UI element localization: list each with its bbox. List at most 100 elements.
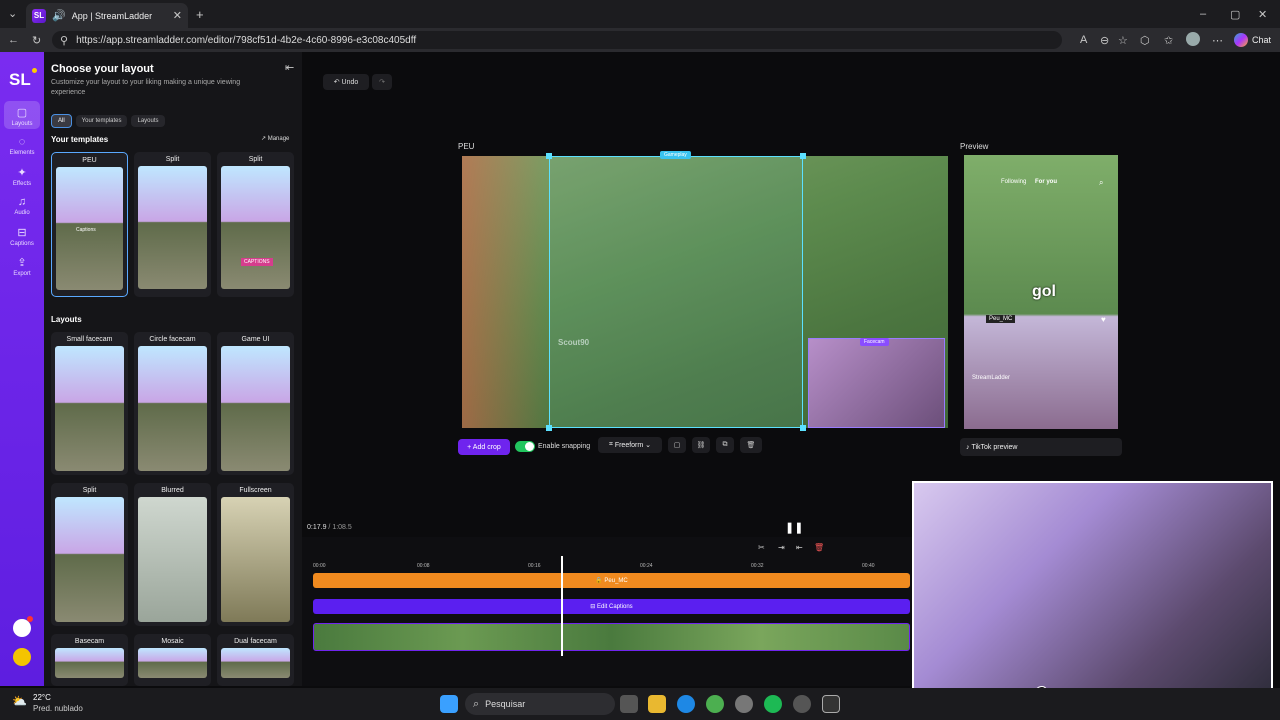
facecam-crop[interactable] <box>808 338 945 428</box>
speaker-icon[interactable]: 🔊 <box>52 9 66 22</box>
url-field[interactable]: ⚲ https://app.streamladder.com/editor/79… <box>52 31 1062 49</box>
filter-all[interactable]: All <box>51 114 72 128</box>
playhead[interactable] <box>561 556 563 656</box>
layout-card-game-ui[interactable]: Game UI <box>217 332 294 475</box>
filter-your-templates[interactable]: Your templates <box>75 115 128 127</box>
template-thumbnail: CAPTIONS <box>221 166 290 289</box>
settings-icon[interactable] <box>735 695 753 713</box>
app-icon[interactable] <box>822 695 840 713</box>
layout-card-fullscreen[interactable]: Fullscreen <box>217 483 294 626</box>
track-video[interactable] <box>313 623 910 651</box>
collapse-sidebar-icon[interactable]: ⇤ <box>285 61 294 74</box>
crop-handle[interactable] <box>546 153 552 159</box>
minimize-icon[interactable]: – <box>1200 8 1206 20</box>
layout-thumbnail <box>55 497 124 622</box>
layout-card-small-facecam[interactable]: Small facecam <box>51 332 128 475</box>
zoom-icon[interactable]: ⊖ <box>1100 34 1109 47</box>
duplicate-button[interactable]: ⧉ <box>716 437 734 453</box>
gameplay-crop[interactable] <box>549 156 803 428</box>
more-icon[interactable]: ⋯ <box>1212 34 1223 47</box>
tiktok-preview-select[interactable]: ♪ TikTok preview <box>960 438 1122 456</box>
captions-icon: ⊟ <box>17 227 27 239</box>
browser-tab[interactable]: SL 🔊 App | StreamLadder ✕ <box>26 3 188 28</box>
lock-icon: 🔒 <box>595 578 605 584</box>
template-card-split-1[interactable]: Split <box>134 152 211 297</box>
audio-icon: ♫ <box>17 196 27 208</box>
tab-title: App | StreamLadder <box>71 10 153 21</box>
layout-card-blurred[interactable]: Blurred <box>134 483 211 626</box>
layout-card-split[interactable]: Split <box>51 483 128 626</box>
aspect-button[interactable]: ▢ <box>668 437 686 453</box>
templates-heading: Your templates <box>51 135 109 144</box>
crop-handle[interactable] <box>546 425 552 431</box>
translate-icon[interactable]: A <box>1080 34 1087 46</box>
preview-like-icon: ♥ <box>1101 315 1106 324</box>
close-tab-icon[interactable]: ✕ <box>173 9 182 22</box>
new-tab-icon[interactable]: + <box>196 7 204 22</box>
rail-item-captions[interactable]: ⊟ Captions <box>0 226 44 247</box>
copy-icon: ⧉ <box>722 441 728 448</box>
file-explorer-icon[interactable] <box>648 695 666 713</box>
toggle-knob <box>525 442 534 451</box>
task-view-icon[interactable] <box>620 695 638 713</box>
undo-button[interactable]: ↶ Undo <box>323 74 369 90</box>
layout-card-dual-facecam[interactable]: Dual facecam <box>217 634 294 686</box>
extensions-icon[interactable]: ⬡ <box>1140 34 1150 47</box>
track-captions[interactable]: ⊟ Edit Captions <box>313 599 910 614</box>
favorite-icon[interactable]: ☆ <box>1118 34 1128 47</box>
preview-username: Peu_MC <box>986 315 1016 323</box>
trim-left-icon[interactable]: ⇤ <box>796 543 803 552</box>
weather-icon[interactable]: ⛅ <box>12 694 27 708</box>
close-window-icon[interactable]: ✕ <box>1258 8 1267 21</box>
rail-item-effects[interactable]: ✦ Effects <box>0 166 44 187</box>
layout-card-basecam[interactable]: Basecam <box>51 634 128 686</box>
link-button[interactable]: ⛓ <box>692 437 710 453</box>
windows-start-icon[interactable] <box>440 695 458 713</box>
crop-handle[interactable] <box>800 153 806 159</box>
freeform-dropdown[interactable]: ⌗ Freeform ⌄ <box>598 437 662 453</box>
elements-icon: ◌ <box>18 136 26 148</box>
layout-thumbnail <box>221 346 290 471</box>
rail-item-audio[interactable]: ♫ Audio <box>0 196 44 216</box>
weather-text: Pred. nublado <box>33 704 83 713</box>
rail-item-export[interactable]: ⇪ Export <box>0 256 44 277</box>
redo-button[interactable]: ↷ <box>372 74 392 90</box>
preview-foryou: For you <box>1035 179 1057 185</box>
delete-clip-icon[interactable]: 🗑 <box>814 543 824 552</box>
maximize-icon[interactable]: ▢ <box>1230 8 1240 21</box>
delete-button[interactable]: 🗑 <box>740 437 762 453</box>
tab-list-icon[interactable]: ⌄ <box>8 7 17 20</box>
taskbar-search[interactable]: ⌕ Pesquisar <box>465 693 615 715</box>
split-icon[interactable]: ✂ <box>758 543 765 552</box>
square-icon: ▢ <box>673 442 681 449</box>
template-card-peu[interactable]: PEU Captions <box>51 152 128 297</box>
layout-card-circle-facecam[interactable]: Circle facecam <box>134 332 211 475</box>
rail-item-elements[interactable]: ◌ Elements <box>0 136 44 156</box>
trash-icon: 🗑 <box>746 442 756 449</box>
trim-right-icon[interactable]: ⇥ <box>778 543 785 552</box>
track-peu[interactable]: 🔒 Peu_MC <box>313 573 910 588</box>
rail-item-layouts[interactable]: ▢ Layouts <box>0 106 44 127</box>
reload-icon[interactable]: ↻ <box>32 34 41 47</box>
template-card-split-2[interactable]: Split CAPTIONS <box>217 152 294 297</box>
collections-icon[interactable]: ✩ <box>1164 34 1173 47</box>
user-avatar[interactable] <box>13 648 31 666</box>
layout-card-mosaic[interactable]: Mosaic <box>134 634 211 686</box>
app-logo[interactable]: SL <box>9 70 31 90</box>
chrome-icon[interactable] <box>706 695 724 713</box>
profile-avatar[interactable] <box>1186 32 1200 46</box>
edge-icon[interactable] <box>677 695 695 713</box>
obs-icon[interactable] <box>793 695 811 713</box>
temperature: 22°C <box>33 693 51 702</box>
site-info-icon[interactable]: ⚲ <box>60 34 68 47</box>
snapping-toggle[interactable] <box>515 441 535 452</box>
spotify-icon[interactable] <box>764 695 782 713</box>
pause-button[interactable]: ❚❚ <box>785 521 803 534</box>
copilot-icon[interactable] <box>1234 33 1248 47</box>
manage-button[interactable]: ↗ Manage <box>261 135 289 142</box>
add-crop-button[interactable]: + Add crop <box>458 439 510 455</box>
back-icon[interactable]: ← <box>8 34 19 46</box>
crop-handle[interactable] <box>800 425 806 431</box>
filter-layouts[interactable]: Layouts <box>131 115 165 127</box>
chat-label[interactable]: Chat <box>1252 35 1271 45</box>
